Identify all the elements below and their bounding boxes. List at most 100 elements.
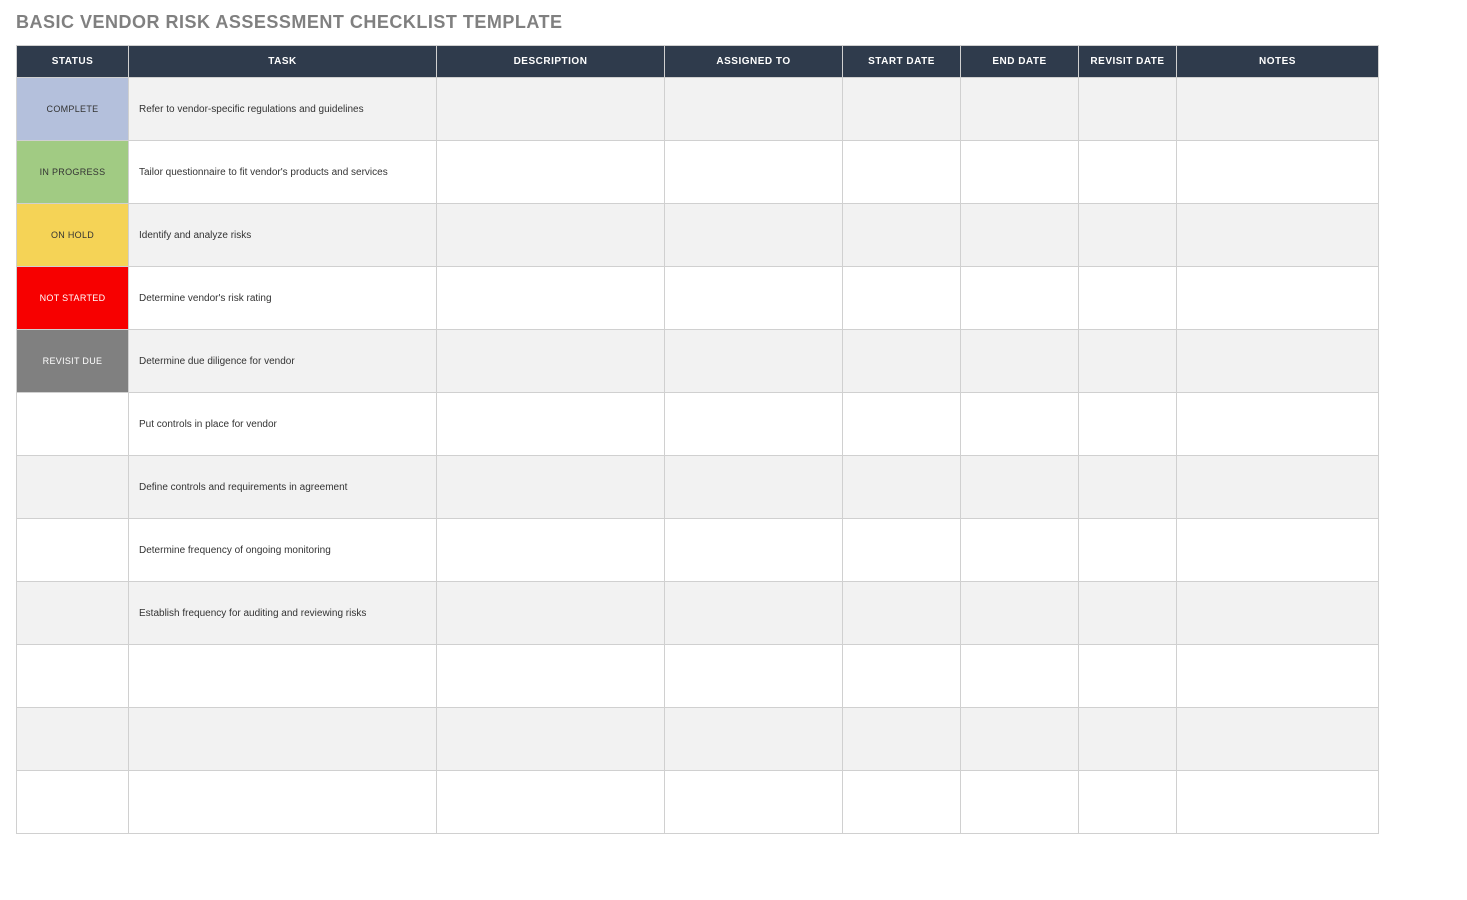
assigned-to-cell[interactable]: [665, 330, 843, 393]
revisit-date-cell[interactable]: [1079, 141, 1177, 204]
notes-cell[interactable]: [1177, 708, 1379, 771]
end-date-cell[interactable]: [961, 456, 1079, 519]
notes-cell[interactable]: [1177, 267, 1379, 330]
description-cell[interactable]: [437, 141, 665, 204]
assigned-to-cell[interactable]: [665, 141, 843, 204]
start-date-cell[interactable]: [843, 771, 961, 834]
task-cell[interactable]: Put controls in place for vendor: [129, 393, 437, 456]
notes-cell[interactable]: [1177, 582, 1379, 645]
assigned-to-cell[interactable]: [665, 204, 843, 267]
end-date-cell[interactable]: [961, 204, 1079, 267]
description-cell[interactable]: [437, 78, 665, 141]
start-date-cell[interactable]: [843, 582, 961, 645]
end-date-cell[interactable]: [961, 645, 1079, 708]
revisit-date-cell[interactable]: [1079, 204, 1177, 267]
task-cell[interactable]: Establish frequency for auditing and rev…: [129, 582, 437, 645]
assigned-to-cell[interactable]: [665, 267, 843, 330]
status-cell[interactable]: COMPLETE: [17, 78, 129, 141]
table-row: NOT STARTEDDetermine vendor's risk ratin…: [17, 267, 1379, 330]
start-date-cell[interactable]: [843, 78, 961, 141]
header-assigned-to: ASSIGNED TO: [665, 46, 843, 78]
end-date-cell[interactable]: [961, 519, 1079, 582]
start-date-cell[interactable]: [843, 519, 961, 582]
start-date-cell[interactable]: [843, 393, 961, 456]
end-date-cell[interactable]: [961, 582, 1079, 645]
assigned-to-cell[interactable]: [665, 582, 843, 645]
revisit-date-cell[interactable]: [1079, 519, 1177, 582]
task-cell[interactable]: Determine vendor's risk rating: [129, 267, 437, 330]
revisit-date-cell[interactable]: [1079, 771, 1177, 834]
description-cell[interactable]: [437, 267, 665, 330]
header-task: TASK: [129, 46, 437, 78]
end-date-cell[interactable]: [961, 141, 1079, 204]
notes-cell[interactable]: [1177, 141, 1379, 204]
status-cell[interactable]: IN PROGRESS: [17, 141, 129, 204]
description-cell[interactable]: [437, 771, 665, 834]
start-date-cell[interactable]: [843, 141, 961, 204]
description-cell[interactable]: [437, 645, 665, 708]
end-date-cell[interactable]: [961, 393, 1079, 456]
table-row: Determine frequency of ongoing monitorin…: [17, 519, 1379, 582]
assigned-to-cell[interactable]: [665, 708, 843, 771]
task-cell[interactable]: [129, 708, 437, 771]
start-date-cell[interactable]: [843, 204, 961, 267]
assigned-to-cell[interactable]: [665, 393, 843, 456]
revisit-date-cell[interactable]: [1079, 645, 1177, 708]
start-date-cell[interactable]: [843, 456, 961, 519]
description-cell[interactable]: [437, 393, 665, 456]
task-cell[interactable]: Identify and analyze risks: [129, 204, 437, 267]
status-cell[interactable]: [17, 393, 129, 456]
task-cell[interactable]: Tailor questionnaire to fit vendor's pro…: [129, 141, 437, 204]
task-cell[interactable]: Determine due diligence for vendor: [129, 330, 437, 393]
start-date-cell[interactable]: [843, 645, 961, 708]
start-date-cell[interactable]: [843, 267, 961, 330]
notes-cell[interactable]: [1177, 645, 1379, 708]
revisit-date-cell[interactable]: [1079, 708, 1177, 771]
end-date-cell[interactable]: [961, 330, 1079, 393]
assigned-to-cell[interactable]: [665, 771, 843, 834]
status-cell[interactable]: [17, 582, 129, 645]
description-cell[interactable]: [437, 582, 665, 645]
status-cell[interactable]: REVISIT DUE: [17, 330, 129, 393]
description-cell[interactable]: [437, 456, 665, 519]
assigned-to-cell[interactable]: [665, 645, 843, 708]
status-cell[interactable]: [17, 519, 129, 582]
notes-cell[interactable]: [1177, 456, 1379, 519]
description-cell[interactable]: [437, 330, 665, 393]
revisit-date-cell[interactable]: [1079, 393, 1177, 456]
notes-cell[interactable]: [1177, 78, 1379, 141]
task-cell[interactable]: Refer to vendor-specific regulations and…: [129, 78, 437, 141]
status-cell[interactable]: [17, 771, 129, 834]
notes-cell[interactable]: [1177, 204, 1379, 267]
notes-cell[interactable]: [1177, 519, 1379, 582]
status-cell[interactable]: ON HOLD: [17, 204, 129, 267]
assigned-to-cell[interactable]: [665, 456, 843, 519]
task-cell[interactable]: [129, 645, 437, 708]
start-date-cell[interactable]: [843, 708, 961, 771]
notes-cell[interactable]: [1177, 771, 1379, 834]
task-cell[interactable]: Define controls and requirements in agre…: [129, 456, 437, 519]
assigned-to-cell[interactable]: [665, 519, 843, 582]
description-cell[interactable]: [437, 519, 665, 582]
end-date-cell[interactable]: [961, 78, 1079, 141]
notes-cell[interactable]: [1177, 393, 1379, 456]
revisit-date-cell[interactable]: [1079, 267, 1177, 330]
end-date-cell[interactable]: [961, 708, 1079, 771]
status-cell[interactable]: [17, 645, 129, 708]
revisit-date-cell[interactable]: [1079, 78, 1177, 141]
assigned-to-cell[interactable]: [665, 78, 843, 141]
revisit-date-cell[interactable]: [1079, 330, 1177, 393]
task-cell[interactable]: [129, 771, 437, 834]
description-cell[interactable]: [437, 708, 665, 771]
description-cell[interactable]: [437, 204, 665, 267]
status-cell[interactable]: [17, 456, 129, 519]
notes-cell[interactable]: [1177, 330, 1379, 393]
status-cell[interactable]: [17, 708, 129, 771]
revisit-date-cell[interactable]: [1079, 582, 1177, 645]
task-cell[interactable]: Determine frequency of ongoing monitorin…: [129, 519, 437, 582]
status-cell[interactable]: NOT STARTED: [17, 267, 129, 330]
revisit-date-cell[interactable]: [1079, 456, 1177, 519]
end-date-cell[interactable]: [961, 771, 1079, 834]
start-date-cell[interactable]: [843, 330, 961, 393]
end-date-cell[interactable]: [961, 267, 1079, 330]
